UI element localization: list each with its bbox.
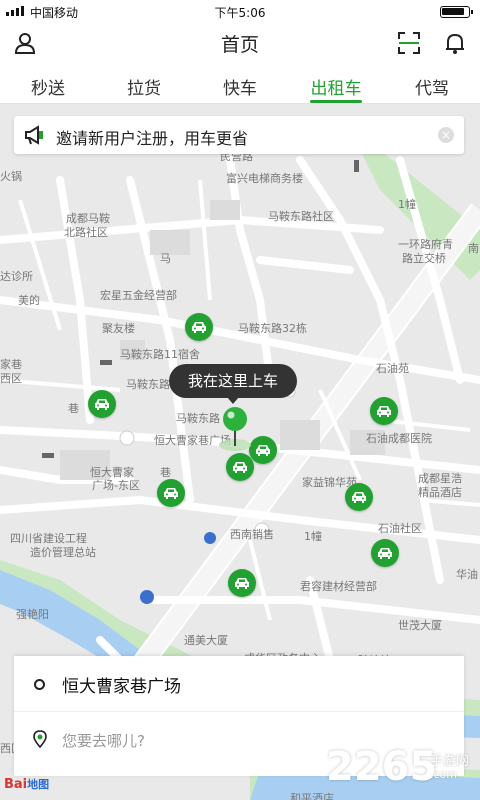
map-label: 君容建材经营部 bbox=[300, 580, 377, 593]
scan-icon[interactable] bbox=[396, 30, 422, 56]
status-bar: 中国移动 下午5:06 bbox=[0, 0, 480, 24]
megaphone-icon bbox=[25, 125, 43, 145]
map-label: 马鞍东路11宿舍 bbox=[120, 348, 200, 361]
map-label: 巷 bbox=[160, 466, 171, 479]
map-label: 巷 bbox=[68, 402, 79, 415]
location-pin-icon bbox=[33, 730, 47, 748]
car-icon bbox=[377, 406, 391, 417]
map-label: 马鞍东路 bbox=[176, 412, 220, 425]
watermark-domain: .com bbox=[430, 768, 457, 781]
tab-lahuo[interactable]: 拉货 bbox=[96, 62, 192, 103]
origin-row[interactable]: 恒大曹家巷广场 bbox=[14, 656, 464, 712]
map-label: 马鞍东路 bbox=[126, 378, 170, 391]
car-icon bbox=[256, 445, 270, 456]
taxi-marker[interactable] bbox=[249, 436, 277, 464]
tab-kuaiche[interactable]: 快车 bbox=[192, 62, 288, 103]
map-label: 西南销售 bbox=[230, 528, 274, 541]
map-label: 马 bbox=[160, 252, 171, 265]
map-label: 精品酒店 bbox=[418, 486, 462, 499]
battery-icon bbox=[440, 6, 473, 18]
map-label: 路立交桥 bbox=[402, 252, 446, 265]
car-icon bbox=[192, 322, 206, 333]
car-icon bbox=[235, 578, 249, 589]
taxi-marker[interactable] bbox=[370, 397, 398, 425]
map-label: 马鞍东路社区 bbox=[268, 210, 334, 223]
watermark-site-name: 手游网 bbox=[430, 754, 470, 769]
map-label: 火锅 bbox=[0, 170, 22, 183]
car-icon bbox=[378, 548, 392, 559]
watermark-number: 2265 bbox=[326, 744, 438, 790]
tab-taxi[interactable]: 出租车 bbox=[288, 62, 384, 103]
pickup-pin-icon bbox=[219, 407, 251, 451]
close-icon[interactable]: × bbox=[438, 127, 454, 143]
origin-text: 恒大曹家巷广场 bbox=[62, 677, 181, 697]
map-label: 强艳阳 bbox=[16, 608, 49, 621]
pickup-callout[interactable]: 我在这里上车 bbox=[169, 364, 297, 404]
tab-daijia[interactable]: 代驾 bbox=[384, 62, 480, 103]
map-label: 宏星五金经营部 bbox=[100, 289, 177, 302]
map-label: 华油 bbox=[456, 568, 478, 581]
map-label: 南 bbox=[468, 242, 479, 255]
taxi-marker[interactable] bbox=[228, 569, 256, 597]
map-label: 富兴电梯商务楼 bbox=[226, 172, 303, 185]
tab-miaosong[interactable]: 秒送 bbox=[0, 62, 96, 103]
map-label: 1幢 bbox=[304, 530, 322, 543]
taxi-marker[interactable] bbox=[226, 453, 254, 481]
site-watermark: 2265 手游网 .com bbox=[326, 744, 476, 798]
map-label: 美的 bbox=[18, 294, 40, 307]
origin-dot-icon bbox=[34, 679, 45, 690]
baidu-logo-text: Bai bbox=[4, 777, 28, 792]
taxi-marker[interactable] bbox=[157, 479, 185, 507]
status-time: 下午5:06 bbox=[214, 6, 266, 20]
map-label: 西区 bbox=[0, 372, 22, 385]
map-label: 造价管理总站 bbox=[30, 546, 96, 559]
map-label: 石油成都医院 bbox=[366, 432, 432, 445]
map-label: 达诊所 bbox=[0, 270, 33, 283]
taxi-marker[interactable] bbox=[345, 483, 373, 511]
taxi-marker[interactable] bbox=[185, 313, 213, 341]
destination-input[interactable]: 您要去哪儿? bbox=[62, 730, 145, 751]
map-label: 石油苑 bbox=[376, 362, 409, 375]
map-label: 世茂大厦 bbox=[398, 619, 442, 632]
car-icon bbox=[95, 399, 109, 410]
service-tabs: 秒送 拉货 快车 出租车 代驾 bbox=[0, 62, 480, 104]
car-icon bbox=[352, 492, 366, 503]
taxi-marker[interactable] bbox=[88, 390, 116, 418]
map-label: 马鞍东路32栋 bbox=[238, 322, 307, 335]
map-label: 石油社区 bbox=[378, 522, 422, 535]
bell-icon[interactable] bbox=[442, 30, 468, 56]
map-label: 1幢 bbox=[398, 198, 416, 211]
taxi-marker[interactable] bbox=[371, 539, 399, 567]
map-label: 北路社区 bbox=[64, 226, 108, 239]
map-label: 通美大厦 bbox=[184, 634, 228, 647]
banner-text: 邀请新用户注册，用车更省 bbox=[56, 129, 249, 148]
baidu-map-logo: Bai地图 bbox=[4, 776, 49, 792]
map-label: 聚友楼 bbox=[102, 322, 135, 335]
map-label: 广场-东区 bbox=[92, 479, 140, 492]
car-icon bbox=[164, 488, 178, 499]
invite-banner[interactable]: 邀请新用户注册，用车更省 × bbox=[14, 116, 464, 154]
car-icon bbox=[233, 462, 247, 473]
app-header: 首页 bbox=[0, 24, 480, 62]
baidu-logo-map-word: 地图 bbox=[27, 778, 50, 791]
